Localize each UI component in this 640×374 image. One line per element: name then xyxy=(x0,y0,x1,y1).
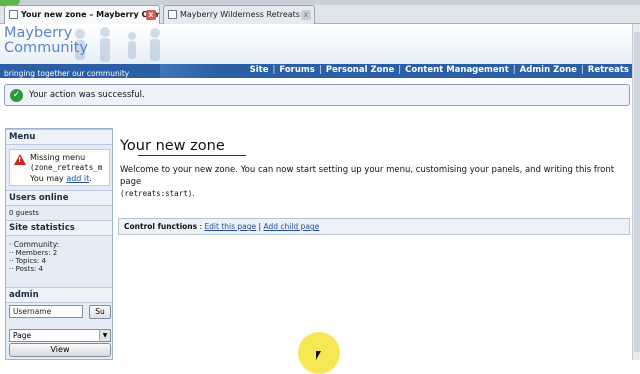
site-title-line1: Mayberry xyxy=(4,25,73,41)
page-icon xyxy=(9,10,18,19)
site-tagline: bringing together our community xyxy=(4,69,130,78)
edit-page-link[interactable]: Edit this page xyxy=(204,222,256,231)
tab-title: Mayberry Wilderness Retreats xyxy=(180,10,300,19)
nav-retreats[interactable]: Retreats xyxy=(588,65,629,75)
stat-topics: ·· Topics: 4 xyxy=(9,257,46,265)
intro-page-code: (retreats:start) xyxy=(120,189,193,198)
site-statistics-title: Site statistics xyxy=(6,220,112,236)
browser-tab-active[interactable]: Your new zone – Mayberry Comm... x xyxy=(4,5,160,24)
scrollbar-thumb[interactable] xyxy=(634,32,640,352)
page-type-value: Page xyxy=(13,331,32,340)
site-statistics-body: · Community: ·· Members: 2 ·· Topics: 4 … xyxy=(6,240,112,274)
vertical-scrollbar[interactable] xyxy=(632,24,640,360)
browser-tab-strip: Your new zone – Mayberry Comm... x Maybe… xyxy=(0,0,640,24)
warning-title: Missing menu xyxy=(30,153,86,162)
zone-navigation: Site | Forums | Personal Zone | Content Manage… xyxy=(250,65,629,75)
intro-text: Welcome to your new zone. You can now st… xyxy=(120,165,615,187)
success-text: Your action was successful. xyxy=(29,90,145,100)
site-header: Mayberry Community bringing together our… xyxy=(0,24,632,78)
nav-separator: | xyxy=(512,65,516,75)
title-underline xyxy=(138,155,246,156)
control-label: Control functions xyxy=(124,222,198,231)
nav-personal-zone[interactable]: Personal Zone xyxy=(326,65,395,75)
intro-end: . xyxy=(192,189,195,199)
warning-code: (zone_retreats_m xyxy=(30,163,103,172)
nav-separator: | xyxy=(318,65,322,75)
site-title-line2: Community xyxy=(4,40,88,56)
warning-suffix: . xyxy=(89,174,92,183)
nav-separator: | xyxy=(580,65,584,75)
nav-separator: | xyxy=(272,65,276,75)
warning-icon-mark: ! xyxy=(18,156,22,164)
warning-action: You may add it. xyxy=(30,174,92,183)
close-tab-icon[interactable]: x xyxy=(146,10,156,20)
control-colon: : xyxy=(199,222,203,231)
chevron-down-icon: ▼ xyxy=(99,330,110,341)
users-online-title: Users online xyxy=(6,190,112,206)
close-tab-icon[interactable]: x xyxy=(301,10,311,20)
navbar-accent xyxy=(160,64,220,78)
sidebar: Menu ! Missing menu (zone_retreats_m You… xyxy=(5,128,113,360)
tab-title: Your new zone – Mayberry Comm... xyxy=(21,10,159,19)
admin-panel-title: admin xyxy=(6,287,112,303)
add-child-page-link[interactable]: Add child page xyxy=(263,222,319,231)
stat-community: · Community: xyxy=(9,240,60,249)
nav-content-management[interactable]: Content Management xyxy=(405,65,509,75)
nav-forums[interactable]: Forums xyxy=(279,65,314,75)
nav-site[interactable]: Site xyxy=(250,65,269,75)
missing-menu-warning: ! Missing menu (zone_retreats_m You may … xyxy=(9,149,110,186)
submit-button[interactable]: Su xyxy=(89,305,111,319)
page-type-select[interactable]: Page ▼ xyxy=(9,329,111,342)
warning-prefix: You may xyxy=(30,174,64,183)
page-icon xyxy=(168,10,177,19)
mouse-cursor-icon xyxy=(316,351,321,360)
check-circle-icon: ✓ xyxy=(10,89,23,102)
main-content: Your new zone Welcome to your new zone. … xyxy=(118,128,632,360)
nav-separator: | xyxy=(398,65,402,75)
stat-members: ·· Members: 2 xyxy=(9,249,58,257)
intro-paragraph: Welcome to your new zone. You can now st… xyxy=(120,164,630,200)
view-button[interactable]: View xyxy=(9,343,111,357)
add-menu-link[interactable]: add it xyxy=(66,174,89,183)
control-functions: Control functions : Edit this page | Add… xyxy=(118,218,630,235)
users-online-count: 0 guests xyxy=(9,209,39,217)
nav-admin-zone[interactable]: Admin Zone xyxy=(520,65,577,75)
success-message: ✓ Your action was successful. xyxy=(4,84,630,106)
browser-tab-inactive[interactable]: Mayberry Wilderness Retreats x xyxy=(163,5,315,24)
stat-posts: ·· Posts: 4 xyxy=(9,265,44,273)
page-title: Your new zone xyxy=(120,138,225,154)
menu-panel-title: Menu xyxy=(6,129,112,145)
site-title[interactable]: Mayberry Community xyxy=(4,26,88,56)
username-field[interactable]: Username xyxy=(9,305,83,318)
control-separator: | xyxy=(258,222,262,231)
